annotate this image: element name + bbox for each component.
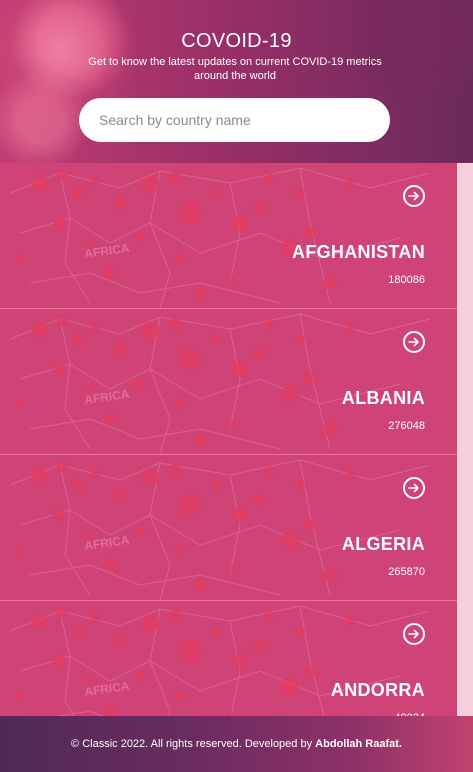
country-list: AFRICA AFGHANISTAN 180086 AFRICA ALBANIA… <box>0 163 457 716</box>
country-name: ANDORRA <box>330 680 425 700</box>
arrow-right-circle-icon[interactable] <box>403 185 425 207</box>
country-card[interactable]: AFRICA ALBANIA 276048 <box>0 309 457 455</box>
arrow-right-circle-icon[interactable] <box>403 477 425 499</box>
arrow-right-circle-icon[interactable] <box>403 331 425 353</box>
scrollbar-thumb[interactable] <box>457 163 473 716</box>
world-map-background: AFRICA <box>9 459 431 600</box>
country-card[interactable]: AFRICA ALGERIA 265870 <box>0 455 457 601</box>
country-case-count: 180086 <box>388 274 425 286</box>
page-title: COVOID-19 <box>181 30 292 52</box>
footer-text: © Classic 2022. All rights reserved. Dev… <box>0 738 473 750</box>
country-case-count: 265870 <box>388 566 425 578</box>
country-name: ALBANIA <box>341 388 425 408</box>
country-name: ALGERIA <box>341 534 425 554</box>
country-name: AFGHANISTAN <box>292 242 425 262</box>
world-map-background: AFRICA <box>9 313 431 454</box>
footer: © Classic 2022. All rights reserved. Dev… <box>0 716 473 772</box>
search-input[interactable] <box>79 98 390 142</box>
footer-author: Abdollah Raafat. <box>315 738 402 750</box>
header: COVOID-19 Get to know the latest updates… <box>0 0 473 163</box>
country-case-count: 276048 <box>388 420 425 432</box>
country-card[interactable]: AFRICA AFGHANISTAN 180086 <box>0 163 457 309</box>
world-map-background: AFRICA <box>9 167 431 308</box>
scrollbar[interactable] <box>457 163 473 716</box>
country-card[interactable]: AFRICA ANDORRA 40024 <box>0 601 457 716</box>
arrow-right-circle-icon[interactable] <box>403 623 425 645</box>
footer-copyright: © Classic 2022. All rights reserved. Dev… <box>71 738 316 750</box>
page-subtitle: Get to know the latest updates on curren… <box>88 56 382 82</box>
